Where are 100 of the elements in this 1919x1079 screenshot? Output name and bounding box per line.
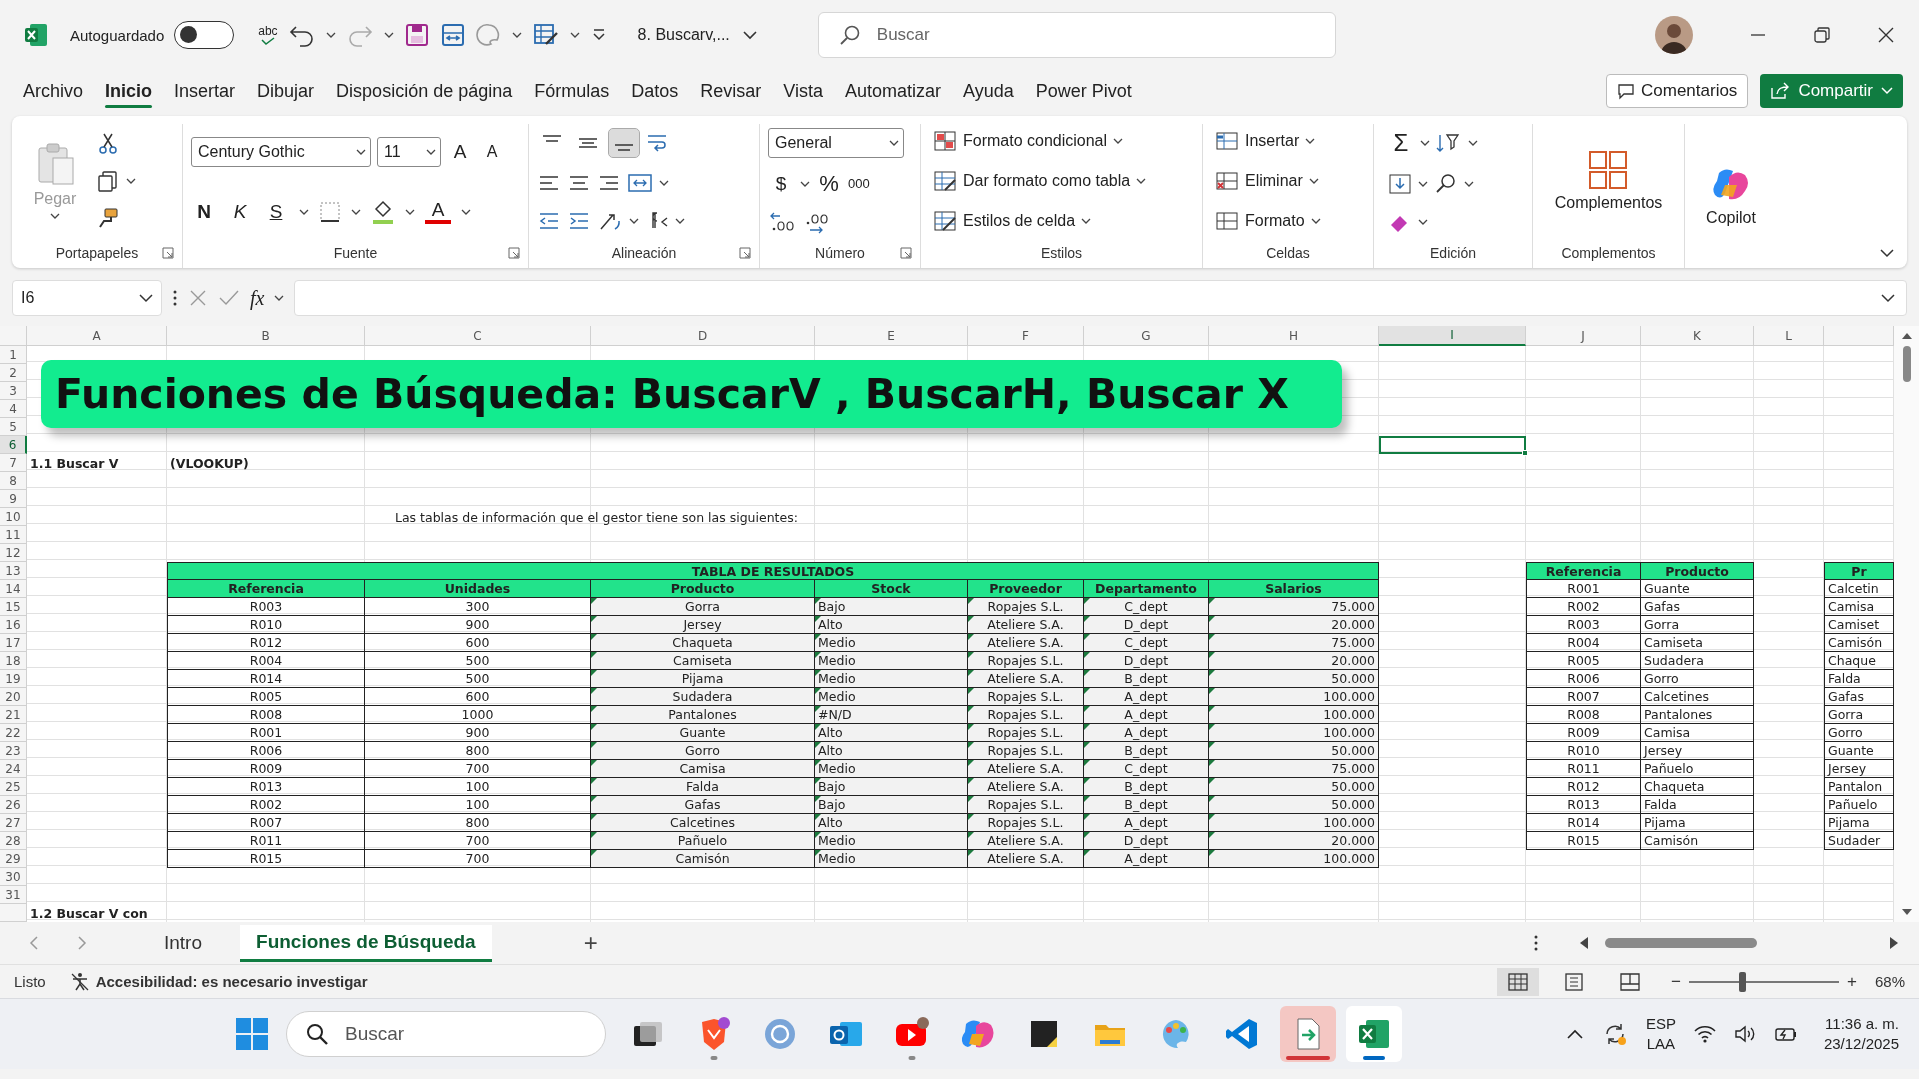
ribbon-tab[interactable]: Revisar (689, 76, 773, 106)
battery-charging-icon[interactable] (1773, 1025, 1798, 1043)
scroll-thumb[interactable] (1902, 346, 1911, 382)
input-language[interactable]: ESP LAA (1645, 1014, 1676, 1054)
file-name[interactable]: 8. Buscarv,... (637, 26, 730, 44)
dialog-launcher-icon[interactable] (739, 247, 751, 259)
caret-icon[interactable] (383, 31, 394, 39)
row-header[interactable]: 14 (0, 580, 27, 598)
row-header[interactable]: 7 (0, 454, 27, 472)
styles-button[interactable]: Estilos de celda (933, 210, 1194, 232)
column-header[interactable]: K (1641, 326, 1754, 346)
row-header[interactable]: 25 (0, 778, 27, 796)
autosave-toggle[interactable] (174, 21, 235, 49)
caret-icon[interactable] (461, 208, 471, 216)
thousands-button[interactable]: 000 (848, 176, 870, 192)
ribbon-tab[interactable]: Dibujar (246, 76, 326, 106)
dialog-launcher-icon[interactable] (508, 247, 520, 259)
accessibility-status[interactable]: Accesibilidad: es necesario investigar (95, 973, 368, 990)
dialog-launcher-icon[interactable] (900, 247, 912, 259)
caret-icon[interactable] (1418, 180, 1428, 188)
avatar[interactable] (1655, 16, 1693, 54)
taskbar-search[interactable]: Buscar (286, 1011, 606, 1057)
row-header[interactable]: 31 (0, 886, 27, 904)
row-header[interactable]: 22 (0, 724, 27, 742)
percent-button[interactable]: % (816, 171, 842, 197)
spelling-button[interactable]: abc (258, 25, 278, 45)
column-header[interactable]: J (1526, 326, 1641, 346)
caret-icon[interactable] (1420, 138, 1430, 147)
save-icon[interactable] (403, 22, 430, 48)
font-name-dropdown[interactable]: Century Gothic (191, 137, 371, 167)
row-header[interactable]: 6 (0, 436, 27, 454)
share-button[interactable]: Compartir (1760, 74, 1903, 108)
zoom-out-button[interactable]: − (1671, 971, 1682, 992)
caret-icon[interactable] (126, 177, 136, 185)
number-format-dropdown[interactable]: General (768, 127, 904, 158)
ribbon-tab[interactable]: Insertar (163, 76, 247, 106)
collapse-ribbon-icon[interactable] (1879, 248, 1895, 258)
row-header[interactable]: 5 (0, 418, 27, 436)
selected-cell[interactable] (1379, 436, 1526, 454)
column-header[interactable]: A (27, 326, 167, 346)
ribbon-tab[interactable]: Inicio (94, 76, 164, 106)
sheet-tab[interactable]: Funciones de Búsqueda (240, 924, 492, 962)
more-options-icon[interactable] (1533, 934, 1539, 952)
caret-icon[interactable] (325, 31, 336, 39)
row-header[interactable]: 10 (0, 508, 27, 526)
scroll-thumb[interactable] (1605, 938, 1757, 948)
row-header[interactable]: 1 (0, 346, 27, 364)
row-header[interactable]: 18 (0, 652, 27, 670)
caret-icon[interactable] (659, 179, 669, 187)
caret-icon[interactable] (351, 208, 361, 216)
palette-icon[interactable] (475, 22, 502, 48)
italic-button[interactable]: K (227, 201, 253, 223)
add-sheet-button[interactable]: + (583, 929, 598, 957)
volume-icon[interactable] (1733, 1025, 1756, 1043)
merge-cells-icon[interactable] (627, 172, 653, 194)
row-header[interactable]: 16 (0, 616, 27, 634)
zoom-level[interactable]: 68% (1874, 973, 1905, 990)
caret-icon[interactable] (299, 208, 309, 216)
font-size-dropdown[interactable]: 11 (377, 137, 441, 167)
caret-icon[interactable] (1418, 218, 1428, 227)
chevron-up-icon[interactable] (1565, 1028, 1584, 1040)
caret-icon[interactable] (800, 180, 810, 188)
view-button[interactable] (1497, 967, 1540, 996)
ribbon-tab[interactable]: Fórmulas (523, 76, 621, 106)
row-header[interactable]: 23 (0, 742, 27, 760)
row-header[interactable]: 15 (0, 598, 27, 616)
decrease-font-button[interactable]: A (479, 143, 505, 161)
column-header[interactable]: G (1084, 326, 1209, 346)
caret-icon[interactable] (274, 294, 285, 302)
layout-icon[interactable] (439, 22, 466, 48)
caret-icon[interactable] (675, 217, 685, 226)
row-header[interactable]: 19 (0, 670, 27, 688)
name-box[interactable]: I6 (12, 280, 162, 316)
styles-button[interactable]: Dar formato como tabla (933, 170, 1194, 192)
row-header[interactable]: 28 (0, 832, 27, 850)
clock[interactable]: 11:36 a. m. 23/12/2025 (1823, 1014, 1899, 1054)
row-header[interactable]: 13 (0, 562, 27, 580)
column-header[interactable]: E (815, 326, 968, 346)
caret-icon[interactable] (569, 31, 580, 39)
previous-sheet-icon[interactable] (28, 935, 40, 951)
scroll-right-icon[interactable] (1889, 936, 1899, 950)
row-header[interactable]: 27 (0, 814, 27, 832)
vertical-scrollbar[interactable] (1894, 326, 1919, 922)
fill-color-icon[interactable] (371, 199, 395, 225)
dialog-launcher-icon[interactable] (162, 247, 174, 259)
ribbon-tab[interactable]: Datos (620, 76, 690, 106)
row-header[interactable]: 11 (0, 526, 27, 544)
formula-input[interactable] (294, 280, 1907, 316)
column-header[interactable]: I (1379, 326, 1526, 346)
row-header[interactable]: 8 (0, 472, 27, 490)
more-options-icon[interactable] (172, 289, 178, 307)
ribbon-tab[interactable]: Ayuda (952, 76, 1025, 106)
cells-button[interactable]: Formato (1215, 210, 1365, 232)
add-ins-button[interactable]: Complementos (1554, 124, 1663, 238)
next-sheet-icon[interactable] (76, 935, 88, 951)
increase-font-button[interactable]: A (447, 141, 473, 163)
row-header[interactable]: 29 (0, 850, 27, 868)
column-header[interactable]: H (1209, 326, 1379, 346)
row-header[interactable]: 9 (0, 490, 27, 508)
row-header[interactable]: 2 (0, 364, 27, 382)
